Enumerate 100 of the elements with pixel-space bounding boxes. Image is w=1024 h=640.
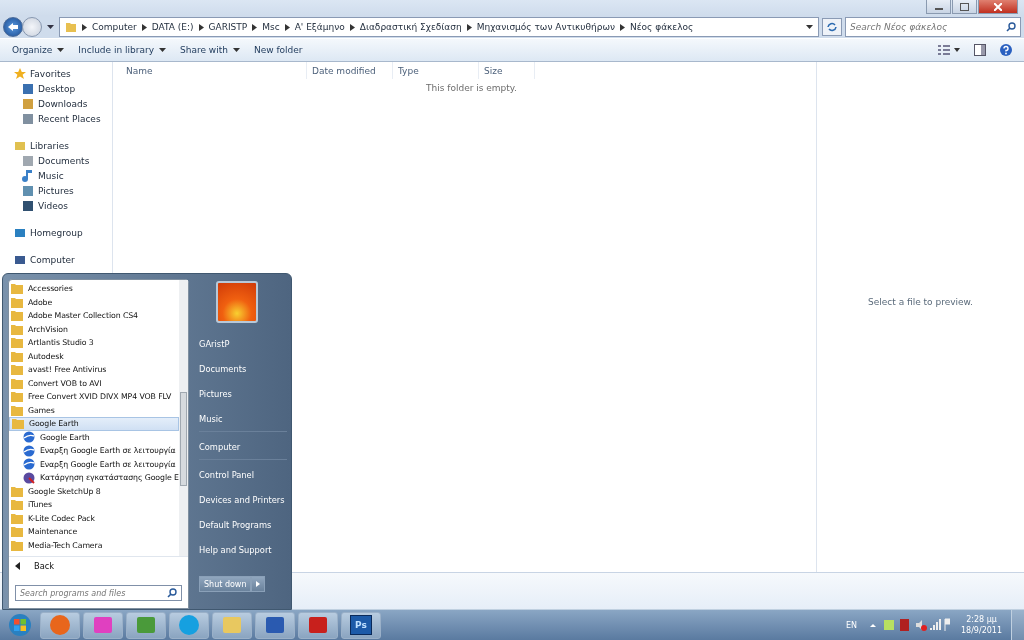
- start-menu-link[interactable]: Pictures: [199, 381, 291, 406]
- chevron-icon: [198, 23, 204, 31]
- refresh-button[interactable]: [822, 18, 842, 36]
- folder-icon: [11, 391, 23, 403]
- nav-item[interactable]: Pictures: [0, 183, 112, 198]
- chevron-icon: [619, 23, 625, 31]
- arrow-icon: [256, 581, 261, 587]
- close-icon: [994, 2, 1002, 11]
- breadcrumb[interactable]: Computer: [92, 22, 137, 32]
- nav-icon: [22, 82, 34, 95]
- address-bar[interactable]: Computer DATA (E:) GARISTP Msc Α' Εξάμηνο Διαδραστική Σχεδίαση Μηχανισμός των Αντικυθήρων Νέος φάκελος: [59, 17, 819, 37]
- chevron-icon: [466, 23, 472, 31]
- globe-icon: [23, 431, 35, 444]
- tray-icons-drawing[interactable]: [869, 618, 950, 632]
- app-icon: [307, 614, 329, 636]
- folder-icon: [11, 377, 23, 389]
- close-button[interactable]: [978, 0, 1018, 14]
- toolbar-button[interactable]: Include in library: [72, 42, 172, 58]
- taskbar-app[interactable]: [255, 611, 295, 639]
- folder-icon: [11, 539, 23, 551]
- toolbar-button[interactable]: Organize: [6, 42, 71, 58]
- column-header[interactable]: Size: [479, 62, 535, 79]
- maximize-icon: [960, 2, 969, 11]
- start-menu-link[interactable]: Default Programs: [199, 512, 291, 537]
- nav-item[interactable]: Videos: [0, 198, 112, 213]
- nav-item[interactable]: Desktop: [0, 81, 112, 96]
- start-menu-link[interactable]: Computer: [199, 434, 287, 460]
- search-icon: [1006, 22, 1016, 32]
- folder-icon: [11, 526, 23, 538]
- nav-icon: [22, 97, 34, 110]
- folder-icon: [11, 485, 23, 497]
- dropdown-icon[interactable]: [806, 25, 813, 29]
- column-header[interactable]: Date modified: [307, 62, 393, 79]
- nav-icon: [22, 112, 34, 125]
- breadcrumb[interactable]: DATA (E:): [151, 22, 194, 32]
- toolbar-button[interactable]: Share with: [174, 42, 246, 58]
- nav-item[interactable]: Documents: [0, 153, 112, 168]
- start-menu-link[interactable]: Devices and Printers: [199, 487, 291, 512]
- folder-icon: [11, 364, 23, 376]
- empty-folder-message: This folder is empty.: [426, 83, 517, 93]
- start-menu-link[interactable]: Music: [199, 406, 287, 432]
- app-icon: [221, 614, 243, 636]
- nav-icon: [14, 139, 26, 152]
- scrollbar[interactable]: [179, 280, 188, 556]
- column-header[interactable]: Type: [393, 62, 479, 79]
- toolbar-button[interactable]: New folder: [247, 42, 309, 58]
- back-arrow-icon: [7, 22, 19, 32]
- back-arrow-icon: [15, 562, 20, 570]
- breadcrumb[interactable]: Μηχανισμός των Αντικυθήρων: [476, 22, 615, 32]
- nav-item[interactable]: Favorites: [0, 66, 112, 81]
- chevron-icon: [349, 23, 355, 31]
- chevron-icon: [252, 23, 258, 31]
- recent-pages-dropdown-icon[interactable]: [45, 25, 56, 29]
- globe-icon: [23, 458, 35, 471]
- nav-icon: [14, 226, 26, 239]
- minimize-button[interactable]: [926, 0, 951, 14]
- search-field[interactable]: Search programs and files: [15, 585, 182, 601]
- start-menu-link[interactable]: Documents: [199, 356, 291, 381]
- breadcrumb[interactable]: Msc: [262, 22, 280, 32]
- breadcrumb[interactable]: Διαδραστική Σχεδίαση: [359, 22, 462, 32]
- start-menu-link[interactable]: Control Panel: [199, 462, 291, 487]
- nav-item[interactable]: Recent Places: [0, 111, 112, 126]
- maximize-button[interactable]: [952, 0, 977, 14]
- folder-icon: [11, 350, 23, 362]
- app-icon: [135, 614, 157, 636]
- globe-icon: [23, 471, 35, 484]
- nav-icon: [22, 154, 34, 167]
- chevron-icon: [82, 23, 87, 31]
- app-icon: [92, 614, 114, 636]
- nav-icon: [22, 184, 34, 197]
- nav-item[interactable]: Homegroup: [0, 225, 112, 240]
- shut-down-options-button[interactable]: [251, 576, 266, 592]
- nav-item[interactable]: Libraries: [0, 138, 112, 153]
- preview-message: Select a file to preview.: [868, 297, 973, 307]
- start-menu-link[interactable]: GAristP: [199, 331, 291, 356]
- folder-icon: [12, 418, 24, 430]
- column-header[interactable]: Name: [113, 62, 307, 79]
- search-icon: [167, 588, 177, 598]
- list-view-icon: [938, 45, 960, 55]
- breadcrumb[interactable]: Α' Εξάμηνο: [294, 22, 345, 32]
- chevron-icon: [141, 23, 147, 31]
- app-icon: [49, 614, 71, 636]
- breadcrumb[interactable]: GARISTP: [208, 22, 248, 32]
- nav-item[interactable]: Computer: [0, 252, 112, 267]
- taskbar-app[interactable]: [298, 611, 338, 639]
- search-field[interactable]: Search Νέος φάκελος: [845, 17, 1021, 37]
- back-button[interactable]: Back: [9, 556, 188, 575]
- breadcrumb[interactable]: Νέος φάκελος: [629, 22, 694, 32]
- taskbar-app[interactable]: Ps: [341, 611, 381, 639]
- folder-icon: [11, 283, 23, 295]
- nav-item[interactable]: Music: [0, 168, 112, 183]
- app-icon: [264, 614, 286, 636]
- nav-item[interactable]: Downloads: [0, 96, 112, 111]
- start-menu-link[interactable]: Help and Support: [199, 537, 291, 562]
- user-picture-placeholder: [216, 281, 258, 323]
- back-button[interactable]: [3, 17, 23, 37]
- folder-icon: [11, 512, 23, 524]
- pane-icon: [974, 44, 986, 56]
- folder-icon: [65, 21, 77, 33]
- folder-icon: [11, 499, 23, 511]
